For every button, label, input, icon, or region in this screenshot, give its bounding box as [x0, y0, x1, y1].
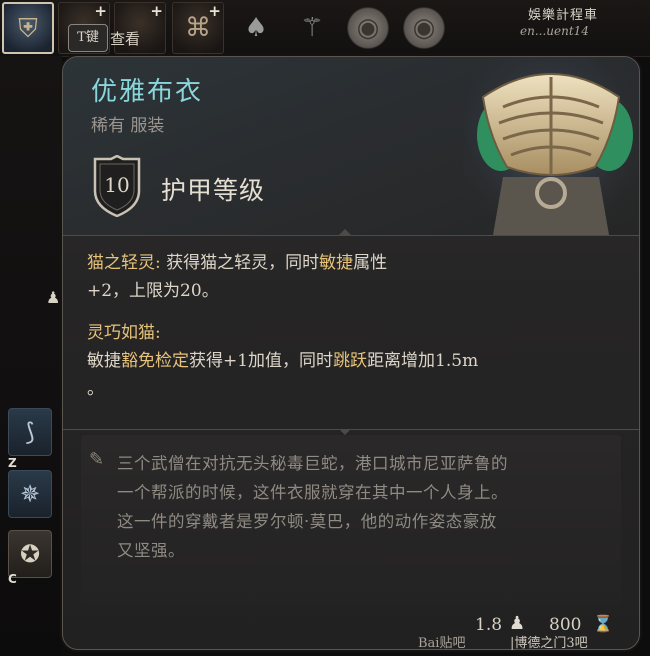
mace-slot[interactable]: ♠	[230, 2, 282, 54]
hotkey-c: C	[8, 572, 17, 586]
shield-icon: ◉	[412, 13, 436, 43]
item-tooltip: 优雅布衣 稀有 服装 10 护甲等级 猫之轻灵: 获得猫之轻灵，同时敏捷属性 +…	[62, 56, 640, 650]
property-name: 猫之轻灵:	[87, 253, 161, 273]
weight-icon: ♟	[509, 613, 526, 634]
item-name: 优雅布衣	[91, 77, 204, 107]
item-portrait	[463, 57, 639, 235]
item-weight: 1.8	[475, 615, 503, 635]
armor-portrait-icon: ⛨	[18, 14, 38, 44]
armor-slot-selected[interactable]: ⛨	[2, 2, 54, 54]
property-name: 灵巧如猫:	[87, 323, 161, 343]
examine-label: 查看	[110, 30, 141, 48]
add-icon: +	[150, 2, 163, 20]
left-skill-panel: ⟆ Z ✵ ✪ C ♟	[0, 56, 62, 656]
property-text: 获得猫之轻灵，同时	[166, 253, 320, 273]
hotkey-z: Z	[8, 456, 17, 470]
property-text: 获得+1加值，同时	[189, 351, 334, 371]
keyword-dexterity: 敏捷	[319, 253, 354, 273]
lore-box: ✎ 三个武僧在对抗无头秘毒巨蛇，港口城市尼亚萨鲁的 一个帮派的时候，这件衣服就穿…	[81, 435, 621, 605]
gold-coin-icon: ⌛	[593, 614, 613, 633]
leap-skill-button[interactable]: ⟆	[8, 408, 52, 456]
keyword-jump: 跳跃	[333, 351, 368, 371]
item-type: 服装	[130, 116, 165, 136]
item-rarity-type: 稀有 服装	[91, 111, 164, 136]
leap-skill-icon: ⟆	[25, 418, 35, 446]
shield-icon: ◉	[356, 13, 380, 43]
ring-slot[interactable]: + ⌘	[172, 2, 224, 54]
lore-line: 又坚强。	[117, 541, 185, 560]
property-text: 敏捷	[87, 351, 121, 371]
watermark-baidu: Bai贴吧	[418, 636, 466, 651]
examine-key-hint: T键	[68, 24, 108, 52]
dance-skill-button[interactable]: ✵	[8, 470, 52, 518]
shield-slot-2[interactable]: ◉	[398, 2, 450, 54]
property-line: 。	[87, 379, 104, 399]
lore-line: 这一件的穿戴者是罗尔顿·莫巴，他的动作姿态豪放	[117, 512, 497, 531]
lore-line: 一个帮派的时候，这件衣服就穿在其中一个人身上。	[117, 483, 508, 502]
crouch-skill-button[interactable]: ✪	[8, 530, 52, 578]
watermark-handle: en...uent14	[520, 24, 589, 38]
watermark-title: 娛樂計程車	[528, 8, 599, 23]
item-properties: 猫之轻灵: 获得猫之轻灵，同时敏捷属性 +2，上限为20。 灵巧如猫: 敏捷豁免…	[87, 249, 607, 403]
lore-line: 三个武僧在对抗无头秘毒巨蛇，港口城市尼亚萨鲁的	[117, 454, 508, 473]
property-cat-grace: 猫之轻灵: 获得猫之轻灵，同时敏捷属性	[87, 249, 607, 277]
weight-indicator-icon: ♟	[46, 288, 61, 307]
amulet-icon: ⌘	[185, 13, 211, 43]
crouch-skill-icon: ✪	[19, 540, 41, 568]
tooltip-header: 优雅布衣 稀有 服装 10 护甲等级	[63, 57, 639, 235]
shield-slot-1[interactable]: ◉	[342, 2, 394, 54]
property-text: 属性	[353, 253, 388, 273]
armor-class-value: 10	[104, 173, 130, 197]
armor-class-label: 护甲等级	[161, 176, 266, 205]
divider	[63, 235, 639, 236]
watermark-forum: |博德之门3吧	[510, 636, 588, 651]
keyword-saving-throw: 豁免检定	[121, 351, 189, 371]
item-rarity: 稀有	[91, 116, 125, 136]
staff-icon: ⚚	[300, 13, 324, 43]
mace-icon: ♠	[244, 13, 268, 43]
property-text: 距离增加1.5m	[367, 351, 479, 371]
quill-icon: ✎	[89, 449, 105, 470]
lore-text: 三个武僧在对抗无头秘毒巨蛇，港口城市尼亚萨鲁的 一个帮派的时候，这件衣服就穿在其…	[117, 449, 617, 565]
divider-notch	[339, 229, 351, 235]
divider	[63, 429, 639, 430]
dance-skill-icon: ✵	[19, 480, 41, 508]
add-icon: +	[94, 2, 107, 20]
property-line: +2，上限为20。	[87, 281, 219, 301]
staff-slot[interactable]: ⚚	[286, 2, 338, 54]
property-cat-agility: 敏捷豁免检定获得+1加值，同时跳跃距离增加1.5m	[87, 347, 607, 375]
